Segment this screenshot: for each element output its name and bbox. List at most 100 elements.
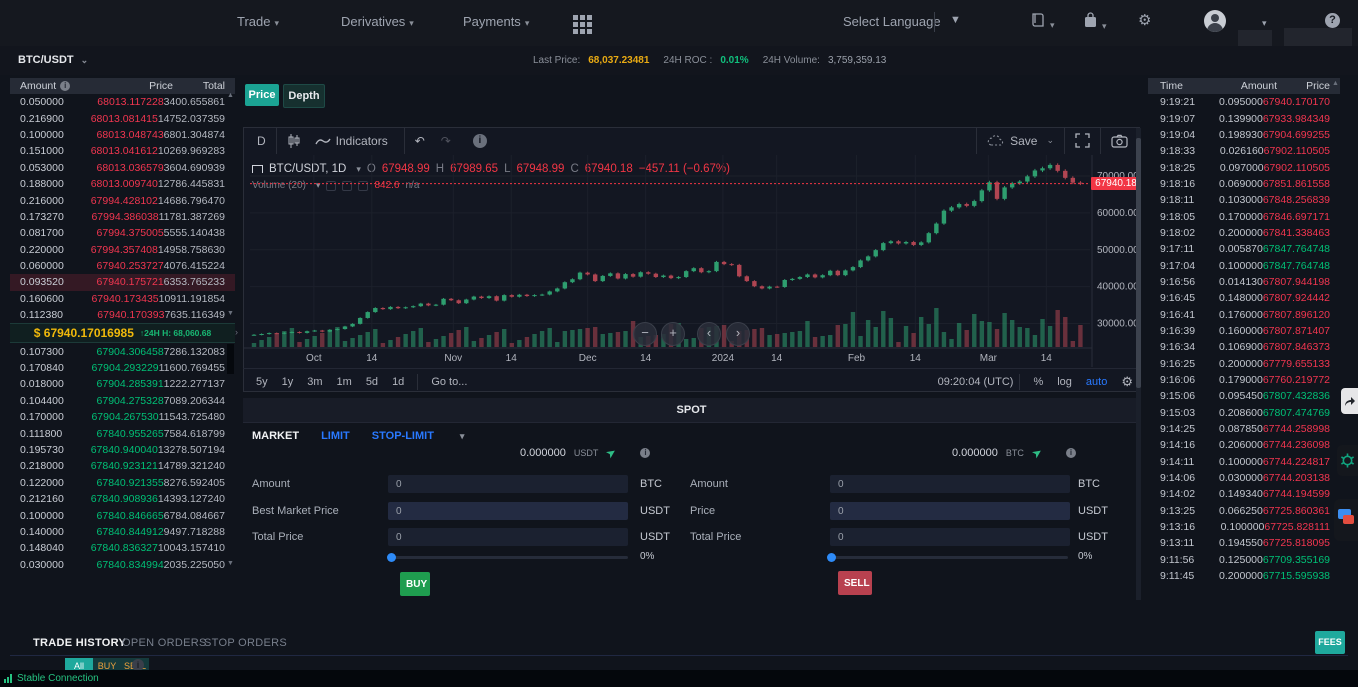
trade-row[interactable]: 9:18:020.20000067841.338463 xyxy=(1148,225,1340,241)
trade-row[interactable]: 9:16:390.16000067807.871407 xyxy=(1148,323,1340,339)
orderbook-row[interactable]: 0.17327067994.38603811781.387269 xyxy=(10,209,235,225)
tab-trade-history[interactable]: TRADE HISTORY xyxy=(33,637,126,649)
redo-button[interactable]: ↷ xyxy=(441,134,451,148)
feedback-widget[interactable] xyxy=(1334,499,1358,541)
orderbook-row[interactable]: 0.11180067840.9552657584.618799 xyxy=(10,425,235,441)
goto-button[interactable]: Go to... xyxy=(431,376,467,388)
orderbook-row[interactable]: 0.05300068013.0365793604.690939 xyxy=(10,160,235,176)
orderbook-row[interactable]: 0.21216067840.90893614393.127240 xyxy=(10,491,235,507)
pan-right-button[interactable]: › xyxy=(726,322,750,346)
language-dropdown-icon[interactable]: ▼ xyxy=(950,14,961,26)
chevron-down-icon[interactable]: ▾ xyxy=(460,431,465,442)
orderbook-row[interactable]: 0.03000067840.8349942035.225050 xyxy=(10,557,235,573)
menu-derivatives[interactable]: Derivatives▾ xyxy=(341,14,414,29)
info-icon[interactable]: i xyxy=(640,448,650,458)
trade-row[interactable]: 9:19:040.19893067904.699255 xyxy=(1148,127,1340,143)
gear-icon[interactable]: ⚙ xyxy=(1138,11,1151,29)
fees-button[interactable]: FEES xyxy=(1315,631,1345,654)
range-button-1y[interactable]: 1y xyxy=(282,376,294,388)
chart-info-icon[interactable]: i xyxy=(473,134,487,148)
trade-row[interactable]: 9:18:110.10300067848.256839 xyxy=(1148,192,1340,208)
avatar[interactable] xyxy=(1204,10,1226,32)
indicators-button[interactable]: Indicators xyxy=(315,134,388,148)
trade-row[interactable]: 9:19:210.09500067940.170170 xyxy=(1148,94,1340,110)
scrollbar-thumb[interactable] xyxy=(227,344,234,374)
pan-left-button[interactable]: ‹ xyxy=(697,322,721,346)
trade-row[interactable]: 9:11:560.12500067709.355169 xyxy=(1148,552,1340,568)
select-language[interactable]: Select Language xyxy=(843,14,941,29)
tab-stop-orders[interactable]: STOP ORDERS xyxy=(204,637,287,649)
tab-depth[interactable]: Depth xyxy=(283,84,325,108)
help-icon[interactable]: ? xyxy=(1325,11,1340,28)
orderbook-row[interactable]: 0.10440067904.2753287089.206344 xyxy=(10,393,235,409)
zoom-in-button[interactable]: + xyxy=(661,322,685,346)
trade-row[interactable]: 9:14:110.10000067744.224817 xyxy=(1148,454,1340,470)
orderbook-row[interactable]: 0.19573067840.94004013278.507194 xyxy=(10,442,235,458)
trade-row[interactable]: 9:16:450.14800067807.924442 xyxy=(1148,290,1340,306)
orderbook-row[interactable]: 0.10000068013.0487436801.304874 xyxy=(10,127,235,143)
trade-row[interactable]: 9:17:040.10000067847.764748 xyxy=(1148,257,1340,273)
wallet-bag-icon[interactable]: ▾ xyxy=(1083,12,1107,32)
tab-price[interactable]: Price xyxy=(245,84,279,106)
scrollbar[interactable] xyxy=(1136,128,1141,600)
orderbook-row[interactable]: 0.09352067940.1757216353.765233 xyxy=(10,274,235,290)
range-button-3m[interactable]: 3m xyxy=(307,376,322,388)
trade-row[interactable]: 9:18:330.02616067902.110505 xyxy=(1148,143,1340,159)
trade-row[interactable]: 9:13:250.06625067725.860361 xyxy=(1148,503,1340,519)
orderbook-row[interactable]: 0.21600067994.42810214686.796470 xyxy=(10,192,235,208)
buy-button[interactable]: BUY xyxy=(400,572,430,596)
orderbook-row[interactable]: 0.10000067840.8466656784.084667 xyxy=(10,507,235,523)
trade-row[interactable]: 9:15:060.09545067807.432836 xyxy=(1148,388,1340,404)
tab-open-orders[interactable]: OPEN ORDERS xyxy=(122,637,207,649)
trade-row[interactable]: 9:14:020.14934067744.194599 xyxy=(1148,486,1340,502)
orderbook-row[interactable]: 0.16060067940.17343510911.191854 xyxy=(10,291,235,307)
orderbook-row[interactable]: 0.10730067904.3064587286.132083 xyxy=(10,343,235,359)
trade-row[interactable]: 9:18:160.06900067851.861558 xyxy=(1148,176,1340,192)
candle-style-button[interactable] xyxy=(287,133,301,149)
range-button-5d[interactable]: 5d xyxy=(366,376,378,388)
trade-row[interactable]: 9:16:410.17600067807.896120 xyxy=(1148,306,1340,322)
sell-amount-input[interactable] xyxy=(830,475,1070,493)
trade-row[interactable]: 9:11:450.20000067715.595938 xyxy=(1148,568,1340,584)
buy-amount-input[interactable] xyxy=(388,475,628,493)
buy-slider[interactable] xyxy=(388,556,628,559)
tab-market[interactable]: MARKET xyxy=(252,430,299,442)
trade-row[interactable]: 9:17:110.00587067847.764748 xyxy=(1148,241,1340,257)
buy-total-input[interactable] xyxy=(388,528,628,546)
auto-scale-button[interactable]: auto xyxy=(1086,376,1107,388)
tab-stop-limit[interactable]: STOP-LIMIT xyxy=(372,430,434,442)
trade-row[interactable]: 9:16:060.17900067760.219772 xyxy=(1148,372,1340,388)
orderbook-row[interactable]: 0.18800068013.00974012786.445831 xyxy=(10,176,235,192)
menu-trade[interactable]: Trade▾ xyxy=(237,14,279,29)
axis-settings-gear-icon[interactable]: ⚙ xyxy=(1121,374,1133,390)
orderbook-row[interactable]: 0.21800067840.92312114789.321240 xyxy=(10,458,235,474)
orderbook-row[interactable]: 0.11238067940.1703937635.116349 xyxy=(10,307,235,323)
menu-payments[interactable]: Payments▾ xyxy=(463,14,529,29)
trade-row[interactable]: 9:14:160.20600067744.236098 xyxy=(1148,437,1340,453)
trade-row[interactable]: 9:14:060.03000067744.203138 xyxy=(1148,470,1340,486)
orderbook-row[interactable]: 0.06000067940.2537274076.415224 xyxy=(10,258,235,274)
trade-row[interactable]: 9:16:250.20000067779.655133 xyxy=(1148,356,1340,372)
percent-scale-button[interactable]: % xyxy=(1033,376,1043,388)
pair-selector[interactable]: BTC/USDT ⌄ xyxy=(18,54,88,66)
undo-button[interactable]: ↶ xyxy=(415,134,425,148)
profile-chevron-icon[interactable]: ▾ xyxy=(1262,18,1267,29)
range-button-1d[interactable]: 1d xyxy=(392,376,404,388)
interval-button[interactable]: D xyxy=(257,134,266,148)
scroll-up-icon[interactable]: ▲ xyxy=(1332,80,1339,87)
orderbook-row[interactable]: 0.01800067904.2853911222.277137 xyxy=(10,376,235,392)
trade-row[interactable]: 9:14:250.08785067744.258998 xyxy=(1148,421,1340,437)
trade-row[interactable]: 9:18:250.09700067902.110505 xyxy=(1148,159,1340,175)
sell-slider[interactable] xyxy=(828,556,1068,559)
scroll-down-icon[interactable]: ▼ xyxy=(227,310,234,317)
zoom-out-button[interactable]: − xyxy=(633,322,657,346)
info-icon[interactable]: i xyxy=(1066,448,1076,458)
trade-row[interactable]: 9:13:160.10000067725.828111 xyxy=(1148,519,1340,535)
orderbook-row[interactable]: 0.22000067994.35740814958.758630 xyxy=(10,242,235,258)
screenshot-button[interactable] xyxy=(1111,134,1128,148)
assistant-widget[interactable] xyxy=(1337,445,1358,476)
orderbook-row[interactable]: 0.17000067904.26753011543.725480 xyxy=(10,409,235,425)
orderbook-row[interactable]: 0.08170067994.3750055555.140438 xyxy=(10,225,235,241)
trade-row[interactable]: 9:18:050.17000067846.697171 xyxy=(1148,208,1340,224)
scroll-down-icon[interactable]: ▼ xyxy=(227,560,234,567)
